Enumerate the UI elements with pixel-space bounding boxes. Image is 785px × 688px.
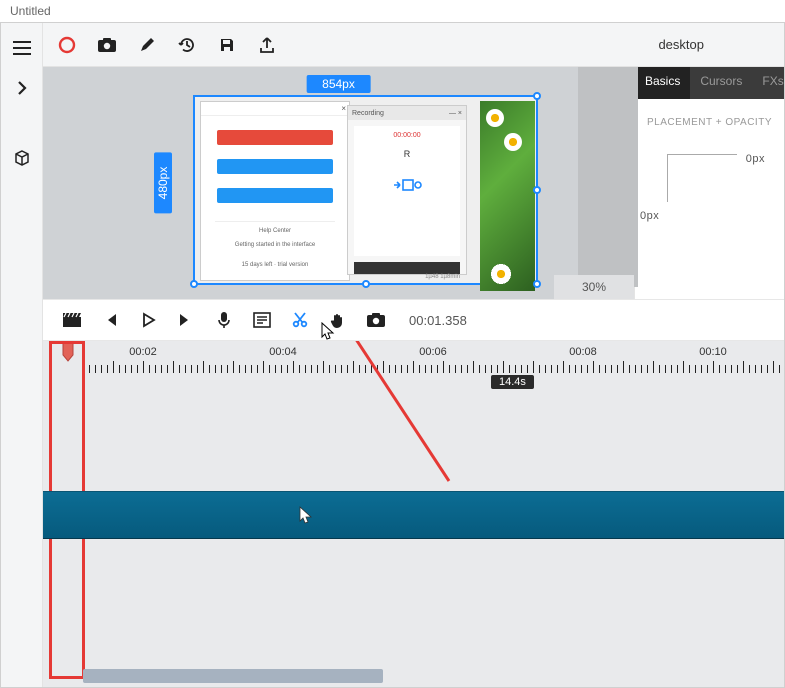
- camera-icon[interactable]: [87, 25, 127, 65]
- save-icon[interactable]: [207, 25, 247, 65]
- time-ruler[interactable]: 00:02 00:04 00:06 00:08 00:10: [83, 341, 784, 373]
- resize-handle[interactable]: [190, 280, 198, 288]
- resize-handle[interactable]: [362, 280, 370, 288]
- skip-prev-icon[interactable]: [91, 301, 129, 339]
- export-icon[interactable]: [247, 25, 287, 65]
- snapshot-icon[interactable]: [357, 301, 395, 339]
- play-icon[interactable]: [129, 301, 167, 339]
- ruler-tick: 00:08: [569, 346, 597, 358]
- mouse-cursor-overlay: [299, 506, 313, 526]
- ruler-tick: 00:02: [129, 346, 157, 358]
- video-track-clip[interactable]: [43, 491, 784, 539]
- section-heading: PLACEMENT + OPACITY: [647, 117, 772, 128]
- ruler-tick: 00:10: [699, 346, 727, 358]
- pencil-icon[interactable]: [127, 25, 167, 65]
- microphone-icon[interactable]: [205, 301, 243, 339]
- tab-cursors[interactable]: Cursors: [690, 67, 752, 99]
- stage-background: [578, 67, 638, 287]
- ruler-tick: 00:06: [419, 346, 447, 358]
- zoom-readout[interactable]: 30%: [554, 275, 634, 299]
- selection-bbox[interactable]: × Help Center Getting started in the int…: [193, 95, 538, 285]
- placement-y-value: 0px: [640, 210, 659, 222]
- height-badge: 480px: [154, 153, 172, 214]
- timeline[interactable]: 00:02 00:04 00:06 00:08 00:10 14.4s: [43, 341, 784, 687]
- left-rail: [1, 23, 43, 687]
- canvas-title: desktop: [658, 37, 704, 52]
- cube-icon[interactable]: [5, 141, 39, 175]
- clapper-icon[interactable]: [53, 301, 91, 339]
- menu-icon[interactable]: [5, 31, 39, 65]
- skip-next-icon[interactable]: [167, 301, 205, 339]
- properties-panel: Basics Cursors FXs PLACEMENT + OPACITY 0…: [634, 67, 784, 299]
- history-icon[interactable]: [167, 25, 207, 65]
- resize-handle[interactable]: [533, 280, 541, 288]
- hand-pan-icon[interactable]: [319, 301, 357, 339]
- tab-basics[interactable]: Basics: [635, 67, 690, 99]
- text-block-icon[interactable]: [243, 301, 281, 339]
- placement-x-value: 0px: [746, 153, 765, 165]
- transport-bar: 00:01.358: [43, 299, 784, 341]
- preview-stage[interactable]: 854px 480px × Help Center Getting starte…: [43, 67, 634, 299]
- horizontal-scrollbar[interactable]: [83, 669, 383, 683]
- top-toolbar: desktop: [43, 23, 784, 67]
- placement-diagram[interactable]: 0px 0px: [667, 154, 737, 202]
- width-badge: 854px: [306, 75, 371, 93]
- ruler-tick: 00:04: [269, 346, 297, 358]
- timecode-readout: 00:01.358: [409, 313, 467, 328]
- window-title: Untitled: [0, 0, 785, 22]
- record-icon[interactable]: [47, 25, 87, 65]
- preview-window-a: × Help Center Getting started in the int…: [200, 101, 350, 281]
- preview-photo: [480, 101, 535, 291]
- cut-scissors-icon[interactable]: [281, 301, 319, 339]
- duration-badge: 14.4s: [491, 375, 534, 389]
- panel-tabs: Basics Cursors FXs: [635, 67, 784, 99]
- expand-icon[interactable]: [5, 71, 39, 105]
- preview-window-b: Recording— × 00:00:00 R 1µ48 1µ8min: [347, 105, 467, 275]
- tab-fxs[interactable]: FXs: [752, 67, 785, 99]
- resize-handle[interactable]: [533, 92, 541, 100]
- resize-handle[interactable]: [533, 186, 541, 194]
